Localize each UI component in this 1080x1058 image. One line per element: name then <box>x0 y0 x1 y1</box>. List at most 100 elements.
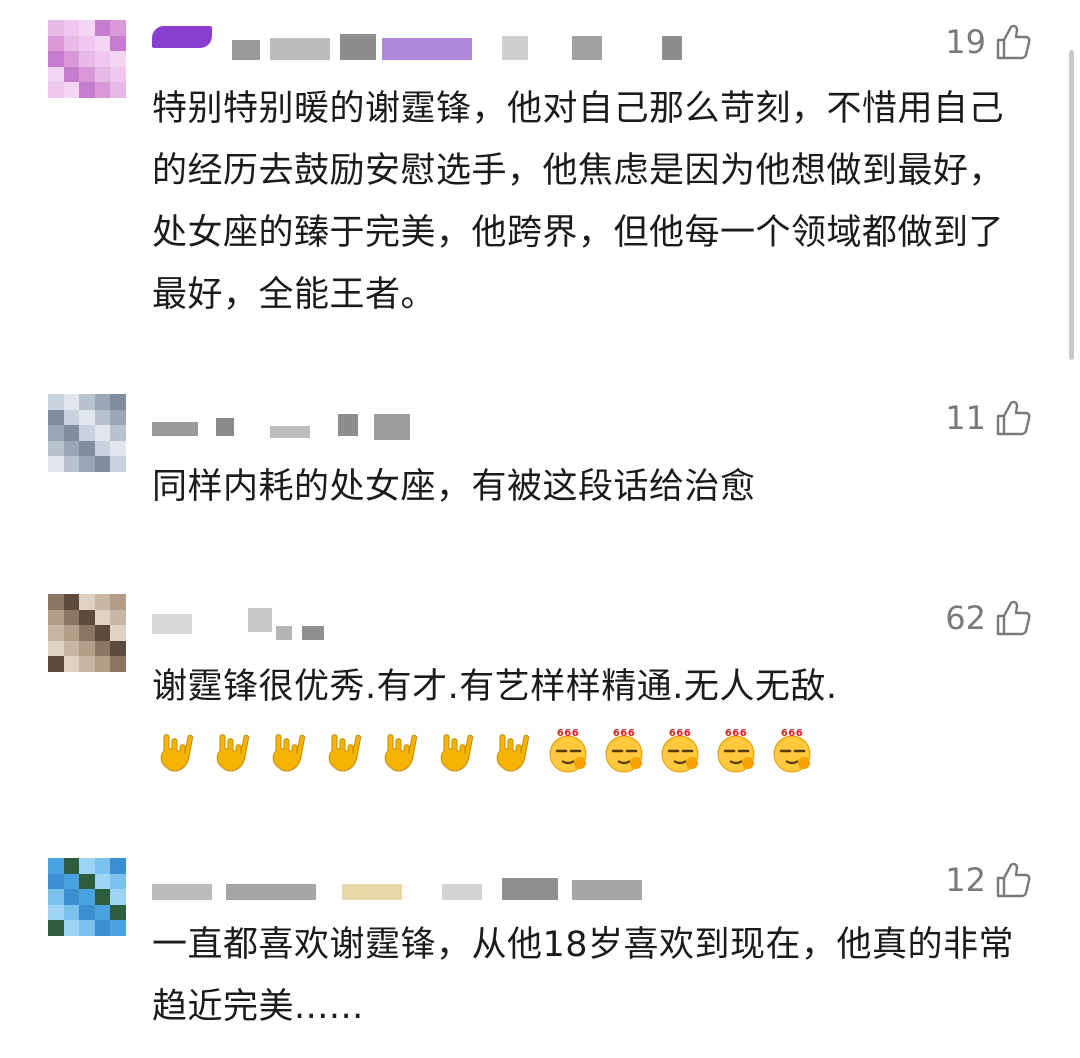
avatar-pixel <box>79 625 95 641</box>
avatar-pixel <box>63 873 80 890</box>
avatar-pixel <box>48 640 64 657</box>
avatar-pixel <box>94 82 111 98</box>
username-mask[interactable] <box>152 24 692 60</box>
avatar-pixel <box>63 35 80 52</box>
avatar-pixel <box>79 35 95 52</box>
avatar-pixel <box>110 904 126 921</box>
avatar-pixel <box>94 904 111 921</box>
like-count: 12 <box>945 861 986 899</box>
rock-hand-icon <box>432 719 480 781</box>
avatar-pixel <box>48 904 64 921</box>
rock-hand-icon <box>152 719 200 781</box>
avatar-pixel <box>63 20 80 36</box>
username-mask[interactable] <box>152 404 422 440</box>
avatar-pixel <box>48 409 64 426</box>
666-smug-face-icon: 666 <box>768 719 816 781</box>
avatar-pixel <box>94 20 111 36</box>
666-smug-face-icon: 666 <box>712 719 760 781</box>
svg-text:666: 666 <box>669 728 691 739</box>
avatar-pixel <box>63 51 80 67</box>
avatar-pixel <box>94 640 111 657</box>
comment-text-block: 谢霆锋很优秀.有才.有艺样样精通.无人无敌. 666 666 666 666 666 <box>152 656 1032 781</box>
avatar-pixel <box>94 625 111 641</box>
avatar-pixel <box>94 656 111 672</box>
avatar[interactable] <box>48 20 126 98</box>
avatar-pixel <box>110 51 126 67</box>
avatar-pixel <box>48 609 64 626</box>
avatar-pixel <box>110 440 126 457</box>
avatar-pixel <box>79 409 95 426</box>
avatar-pixel <box>94 409 111 426</box>
avatar[interactable] <box>48 594 126 672</box>
avatar-pixel <box>94 66 111 83</box>
avatar-pixel <box>48 440 64 457</box>
comment-text: 一直都喜欢谢霆锋，从他18岁喜欢到现在，他真的非常趋近完美...... <box>152 925 1015 1027</box>
avatar[interactable] <box>48 858 126 936</box>
avatar-pixel <box>79 873 95 890</box>
avatar-pixel <box>94 858 111 874</box>
rock-hand-icon <box>208 719 256 781</box>
avatar-pixel <box>110 920 126 936</box>
avatar-pixel <box>79 889 95 905</box>
avatar[interactable] <box>48 394 126 472</box>
666-smug-face-icon: 666 <box>600 719 648 781</box>
avatar-pixel <box>94 889 111 905</box>
comment-text: 特别特别暖的谢霆锋，他对自己那么苛刻，不惜用自己的经历去鼓励安慰选手，他焦虑是因… <box>152 89 1005 315</box>
emoji-row: 666 666 666 666 666 <box>152 719 816 781</box>
avatar-pixel <box>110 858 126 874</box>
avatar-pixel <box>63 889 80 905</box>
avatar-pixel <box>79 51 95 67</box>
avatar-pixel <box>110 82 126 98</box>
avatar-pixel <box>48 66 64 83</box>
avatar-pixel <box>79 20 95 36</box>
avatar-pixel <box>79 594 95 610</box>
like-button[interactable]: 19 <box>945 22 1032 62</box>
avatar-pixel <box>63 904 80 921</box>
rock-hand-icon <box>488 719 536 781</box>
like-button[interactable]: 12 <box>945 860 1032 900</box>
username-mask[interactable] <box>152 866 652 900</box>
avatar-pixel <box>48 394 64 410</box>
avatar-pixel <box>79 425 95 441</box>
thumbs-up-icon <box>996 400 1031 436</box>
avatar-pixel <box>110 35 126 52</box>
avatar-pixel <box>79 394 95 410</box>
avatar-pixel <box>63 66 80 83</box>
svg-text:666: 666 <box>613 728 635 739</box>
like-button[interactable]: 11 <box>945 398 1032 438</box>
thumbs-up-icon <box>996 24 1031 60</box>
thumbs-up-icon <box>996 862 1031 898</box>
avatar-pixel <box>63 858 80 874</box>
avatar-pixel <box>79 609 95 626</box>
avatar-pixel <box>110 625 126 641</box>
like-count: 11 <box>945 399 986 437</box>
avatar-pixel <box>79 858 95 874</box>
avatar-pixel <box>63 440 80 457</box>
avatar-pixel <box>94 35 111 52</box>
avatar-pixel <box>63 656 80 672</box>
avatar-pixel <box>48 625 64 641</box>
svg-text:666: 666 <box>781 728 803 739</box>
avatar-pixel <box>110 394 126 410</box>
avatar-pixel <box>48 873 64 890</box>
avatar-pixel <box>48 35 64 52</box>
like-count: 19 <box>945 23 986 61</box>
avatar-pixel <box>48 858 64 874</box>
avatar-pixel <box>63 456 80 472</box>
rock-hand-icon <box>376 719 424 781</box>
like-button[interactable]: 62 <box>945 598 1032 638</box>
avatar-pixel <box>63 609 80 626</box>
avatar-pixel <box>63 920 80 936</box>
avatar-pixel <box>63 82 80 98</box>
avatar-pixel <box>110 640 126 657</box>
avatar-pixel <box>48 594 64 610</box>
rock-hand-icon <box>264 719 312 781</box>
avatar-pixel <box>94 594 111 610</box>
avatar-pixel <box>110 409 126 426</box>
avatar-pixel <box>79 82 95 98</box>
username-mask[interactable] <box>152 604 332 640</box>
scrollbar[interactable] <box>1069 50 1074 360</box>
avatar-pixel <box>48 20 64 36</box>
avatar-pixel <box>110 873 126 890</box>
avatar-pixel <box>48 82 64 98</box>
